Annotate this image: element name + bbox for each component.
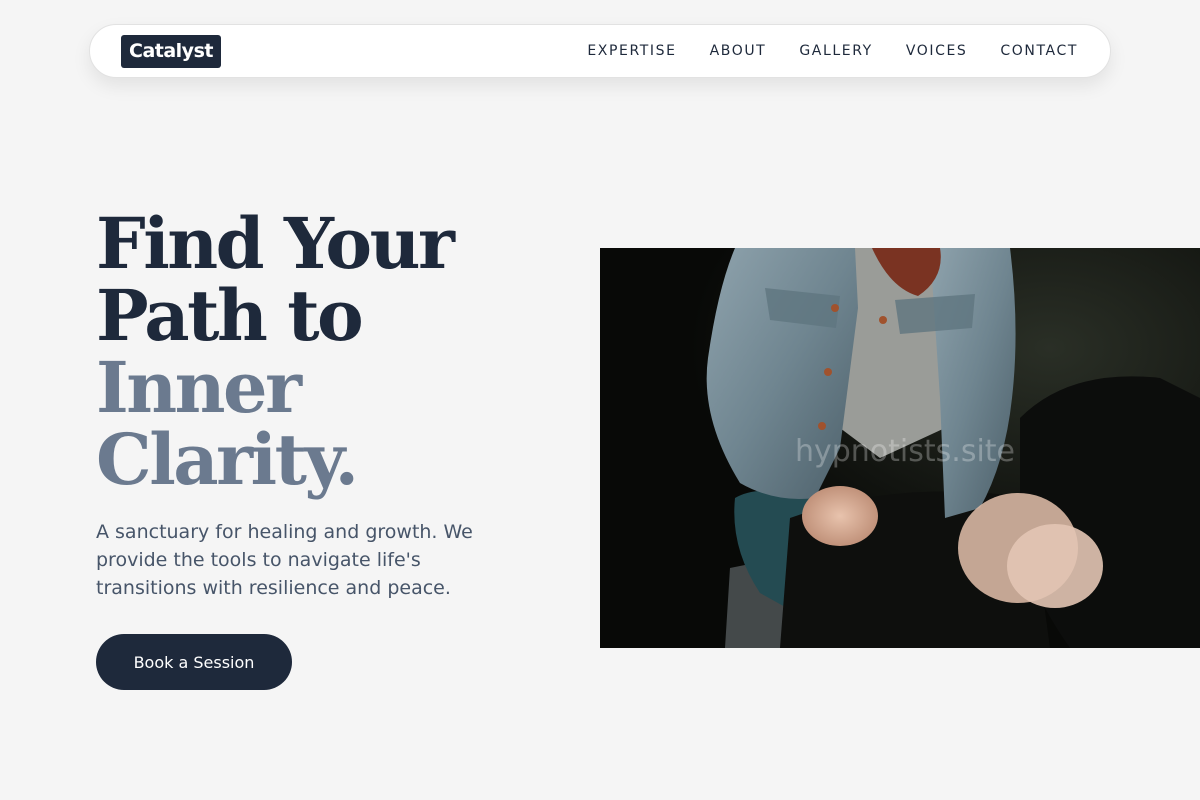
hero-image: hypnotists.site <box>600 248 1200 648</box>
nav-link-voices[interactable]: VOICES <box>906 43 968 59</box>
nav-links: EXPERTISE ABOUT GALLERY VOICES CONTACT <box>587 43 1078 59</box>
headline-line-2: Path to <box>96 274 364 357</box>
site-navbar: Catalyst EXPERTISE ABOUT GALLERY VOICES … <box>89 24 1111 78</box>
hero-subtext: A sanctuary for healing and growth. We p… <box>96 521 473 599</box>
book-session-button[interactable]: Book a Session <box>96 634 292 690</box>
hero-headline: Find Your Path to Inner Clarity. <box>96 208 516 496</box>
headline-line-4: Clarity. <box>96 418 359 501</box>
nav-link-contact[interactable]: CONTACT <box>1000 43 1078 59</box>
image-watermark: hypnotists.site <box>794 434 1016 469</box>
nav-link-expertise[interactable]: EXPERTISE <box>587 43 676 59</box>
nav-link-about[interactable]: ABOUT <box>710 43 767 59</box>
brand-logo[interactable]: Catalyst <box>121 34 221 68</box>
headline-line-3: Inner <box>96 346 302 429</box>
nav-link-gallery[interactable]: GALLERY <box>799 43 872 59</box>
headline-line-1: Find Your <box>96 202 455 285</box>
